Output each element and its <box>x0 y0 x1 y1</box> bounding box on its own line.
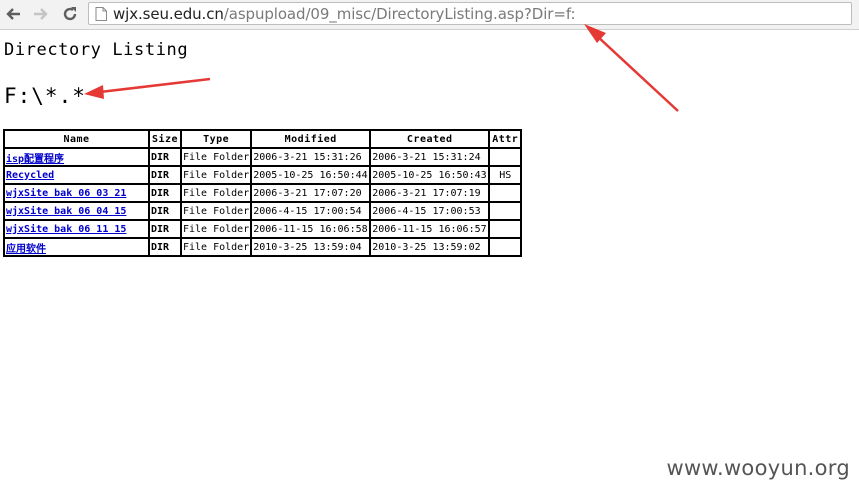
cell-name: Recycled <box>4 166 149 184</box>
cell-attr <box>489 148 522 166</box>
cell-type: File Folder <box>181 166 252 184</box>
cell-attr <box>489 220 522 238</box>
annotation-arrow-url <box>584 24 679 112</box>
cell-attr <box>489 184 522 202</box>
cell-type: File Folder <box>181 238 252 256</box>
annotation-arrow-path <box>84 77 211 99</box>
cell-attr: HS <box>489 166 522 184</box>
table-row: wjxSite bak 06 04 15 DIR File Folder 200… <box>4 202 522 220</box>
cell-size: DIR <box>149 220 181 238</box>
header-type: Type <box>181 130 252 148</box>
cell-modified: 2010-3-25 13:59:04 <box>251 238 371 256</box>
cell-created: 2006-11-15 16:06:57 <box>370 220 490 238</box>
cell-name: isp配置程序 <box>4 148 149 166</box>
cell-modified: 2006-3-21 17:07:20 <box>251 184 371 202</box>
reload-button[interactable] <box>58 2 82 26</box>
cell-name: wjxSite bak 06 03 21 <box>4 184 149 202</box>
url-host: wjx.seu.edu.cn <box>113 5 224 23</box>
cell-name: wjxSite bak 06 11 15 <box>4 220 149 238</box>
table-row: isp配置程序 DIR File Folder 2006-3-21 15:31:… <box>4 148 522 166</box>
cell-size: DIR <box>149 148 181 166</box>
folder-link[interactable]: Recycled <box>6 170 54 181</box>
folder-link[interactable]: wjxSite bak 06 11 15 <box>6 224 126 235</box>
folder-link[interactable]: wjxSite bak 06 03 21 <box>6 188 126 199</box>
table-header-row: Name Size Type Modified Created Attr <box>4 130 522 148</box>
cell-size: DIR <box>149 166 181 184</box>
cell-attr <box>489 238 522 256</box>
cell-created: 2006-4-15 17:00:53 <box>370 202 490 220</box>
header-created: Created <box>370 130 490 148</box>
cell-attr <box>489 202 522 220</box>
cell-type: File Folder <box>181 220 252 238</box>
table-row: wjxSite bak 06 11 15 DIR File Folder 200… <box>4 220 522 238</box>
table-row: 应用软件 DIR File Folder 2010-3-25 13:59:04 … <box>4 238 522 256</box>
forward-button[interactable] <box>28 2 52 26</box>
cell-size: DIR <box>149 184 181 202</box>
forward-arrow-icon <box>34 8 48 20</box>
table-row: Recycled DIR File Folder 2005-10-25 16:5… <box>4 166 522 184</box>
header-modified: Modified <box>251 130 371 148</box>
cell-created: 2006-3-21 15:31:24 <box>370 148 490 166</box>
address-bar[interactable]: wjx.seu.edu.cn/aspupload/09_misc/Directo… <box>88 2 852 25</box>
header-attr: Attr <box>489 130 522 148</box>
cell-type: File Folder <box>181 202 252 220</box>
cell-modified: 2006-4-15 17:00:54 <box>251 202 371 220</box>
cell-type: File Folder <box>181 148 252 166</box>
directory-path: F:\*.* <box>4 84 86 108</box>
cell-name: 应用软件 <box>4 238 149 256</box>
cell-name: wjxSite bak 06 04 15 <box>4 202 149 220</box>
folder-link[interactable]: isp配置程序 <box>6 154 64 165</box>
watermark-text: www.wooyun.org <box>666 456 850 480</box>
folder-link[interactable]: wjxSite bak 06 04 15 <box>6 206 126 217</box>
reload-icon <box>63 7 77 21</box>
directory-table: Name Size Type Modified Created Attr isp… <box>3 129 523 257</box>
cell-size: DIR <box>149 238 181 256</box>
header-name: Name <box>4 130 149 148</box>
page-icon <box>95 7 107 21</box>
url-text: wjx.seu.edu.cn/aspupload/09_misc/Directo… <box>113 5 576 23</box>
cell-created: 2010-3-25 13:59:02 <box>370 238 490 256</box>
cell-modified: 2006-3-21 15:31:26 <box>251 148 371 166</box>
url-path: /aspupload/09_misc/DirectoryListing.asp?… <box>223 5 576 23</box>
cell-created: 2006-3-21 17:07:19 <box>370 184 490 202</box>
back-button[interactable] <box>2 2 26 26</box>
cell-modified: 2005-10-25 16:50:44 <box>251 166 371 184</box>
back-arrow-icon <box>6 8 20 20</box>
page-title: Directory Listing <box>4 40 189 60</box>
browser-toolbar: wjx.seu.edu.cn/aspupload/09_misc/Directo… <box>0 0 859 30</box>
cell-size: DIR <box>149 202 181 220</box>
header-size: Size <box>149 130 181 148</box>
folder-link[interactable]: 应用软件 <box>6 244 46 255</box>
cell-modified: 2006-11-15 16:06:58 <box>251 220 371 238</box>
table-row: wjxSite bak 06 03 21 DIR File Folder 200… <box>4 184 522 202</box>
cell-created: 2005-10-25 16:50:43 <box>370 166 490 184</box>
cell-type: File Folder <box>181 184 252 202</box>
